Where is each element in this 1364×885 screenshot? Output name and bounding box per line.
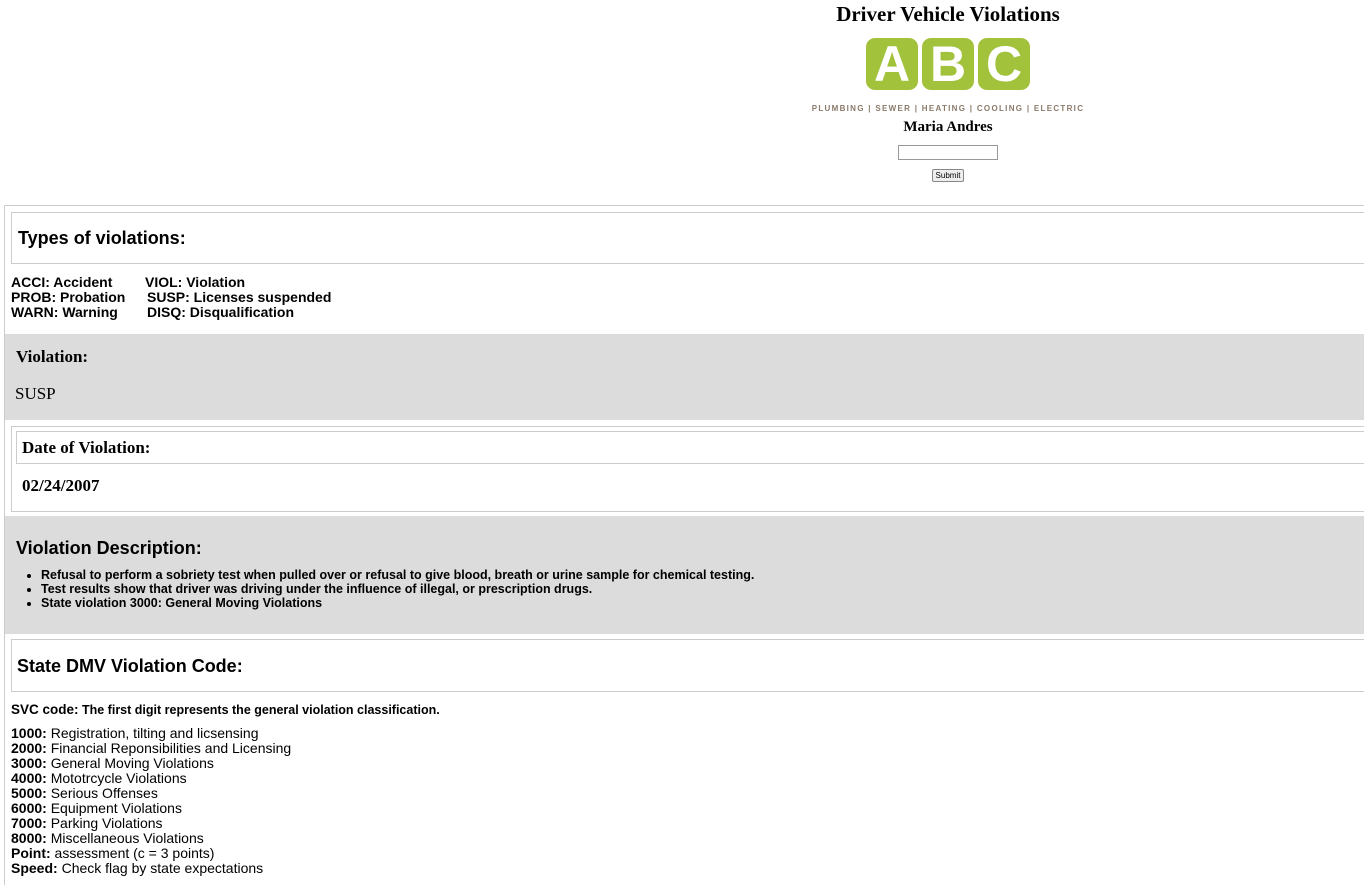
list-item: 2000: Financial Reponsibilities and Lice… bbox=[11, 741, 291, 756]
logo-letter-c: C bbox=[978, 38, 1030, 90]
list-item: Refusal to perform a sobriety test when … bbox=[41, 568, 754, 582]
date-label: Date of Violation: bbox=[22, 438, 151, 457]
driver-name: Maria Andres bbox=[903, 119, 993, 135]
list-item: 1000: Registration, tilting and licsensi… bbox=[11, 726, 291, 741]
types-row: WARN: Warning DISQ: Disqualification bbox=[11, 305, 331, 320]
code-value: Equipment Violations bbox=[46, 800, 182, 816]
list-item: Test results show that driver was drivin… bbox=[41, 582, 754, 596]
code-key: 2000: bbox=[11, 740, 47, 756]
list-item: Speed: Check flag by state expectations bbox=[11, 861, 291, 876]
code-key: 1000: bbox=[11, 725, 47, 741]
svc-note: SVC code: The first digit represents the… bbox=[11, 702, 440, 717]
date-section: Date of Violation: 02/24/2007 bbox=[11, 426, 1364, 512]
types-section: Types of violations: bbox=[11, 212, 1364, 264]
types-legend: ACCI: Accident VIOL: Violation PROB: Prob… bbox=[11, 275, 331, 320]
code-key: Point: bbox=[11, 845, 51, 861]
dmv-heading: State DMV Violation Code: bbox=[17, 656, 243, 676]
violation-value: SUSP bbox=[15, 384, 56, 403]
types-heading: Types of violations: bbox=[18, 228, 186, 248]
page-title: Driver Vehicle Violations bbox=[836, 2, 1060, 26]
list-item: 4000: Mototrcycle Violations bbox=[11, 771, 291, 786]
type-acci: ACCI: Accident bbox=[11, 274, 113, 290]
code-value: Parking Violations bbox=[46, 815, 163, 831]
type-warn: WARN: Warning bbox=[11, 304, 118, 320]
code-value: Financial Reponsibilities and Licensing bbox=[46, 740, 292, 756]
logo-letter-b: B bbox=[922, 38, 974, 90]
list-item: 5000: Serious Offenses bbox=[11, 786, 291, 801]
code-value: Registration, tilting and licsensing bbox=[46, 725, 259, 741]
code-key: 3000: bbox=[11, 755, 47, 771]
submit-button[interactable]: Submit bbox=[931, 169, 965, 182]
types-row: PROB: Probation SUSP: Licenses suspended bbox=[11, 290, 331, 305]
dmv-section: State DMV Violation Code: bbox=[11, 639, 1364, 692]
content-panel: Types of violations: ACCI: Accident VIOL:… bbox=[4, 205, 1364, 885]
company-logo: A B C PLUMBING | SEWER | HEATING | COOLI… bbox=[533, 38, 1363, 118]
list-item: State violation 3000: General Moving Vio… bbox=[41, 596, 754, 610]
code-key: 6000: bbox=[11, 800, 47, 816]
list-item: 7000: Parking Violations bbox=[11, 816, 291, 831]
driver-input[interactable] bbox=[898, 145, 998, 160]
code-value: Check flag by state expectations bbox=[57, 860, 264, 876]
type-prob: PROB: Probation bbox=[11, 289, 126, 305]
violation-label: Violation: bbox=[16, 347, 89, 366]
svc-key: SVC code: bbox=[11, 702, 79, 717]
code-key: 5000: bbox=[11, 785, 47, 801]
svc-text: The first digit represents the general v… bbox=[78, 703, 440, 717]
description-section: Violation Description: Refusal to perfor… bbox=[5, 516, 1364, 634]
type-viol: VIOL: Violation bbox=[145, 274, 246, 290]
date-label-box: Date of Violation: bbox=[16, 431, 1364, 464]
code-value: Serious Offenses bbox=[46, 785, 158, 801]
description-list: Refusal to perform a sobriety test when … bbox=[5, 568, 754, 610]
code-key: 4000: bbox=[11, 770, 47, 786]
types-row: ACCI: Accident VIOL: Violation bbox=[11, 275, 331, 290]
logo-letter-a: A bbox=[866, 38, 918, 90]
code-key: 7000: bbox=[11, 815, 47, 831]
list-item: 6000: Equipment Violations bbox=[11, 801, 291, 816]
violation-section: Violation: SUSP bbox=[5, 334, 1364, 420]
code-value: Miscellaneous Violations bbox=[46, 830, 204, 846]
code-value: General Moving Violations bbox=[46, 755, 214, 771]
list-item: 3000: General Moving Violations bbox=[11, 756, 291, 771]
dmv-code-list: 1000: Registration, tilting and licsensi… bbox=[11, 726, 291, 876]
type-susp: SUSP: Licenses suspended bbox=[147, 289, 332, 305]
page-header: Driver Vehicle Violations A B C PLUMBING… bbox=[533, 0, 1363, 182]
list-item: 8000: Miscellaneous Violations bbox=[11, 831, 291, 846]
description-heading: Violation Description: bbox=[16, 538, 202, 558]
list-item: Point: assessment (c = 3 points) bbox=[11, 846, 291, 861]
date-value: 02/24/2007 bbox=[22, 476, 100, 495]
logo-tagline: PLUMBING | SEWER | HEATING | COOLING | E… bbox=[811, 104, 1085, 113]
code-key: Speed: bbox=[11, 860, 58, 876]
code-key: 8000: bbox=[11, 830, 47, 846]
code-value: Mototrcycle Violations bbox=[46, 770, 187, 786]
code-value: assessment (c = 3 points) bbox=[50, 845, 215, 861]
type-disq: DISQ: Disqualification bbox=[147, 304, 295, 320]
